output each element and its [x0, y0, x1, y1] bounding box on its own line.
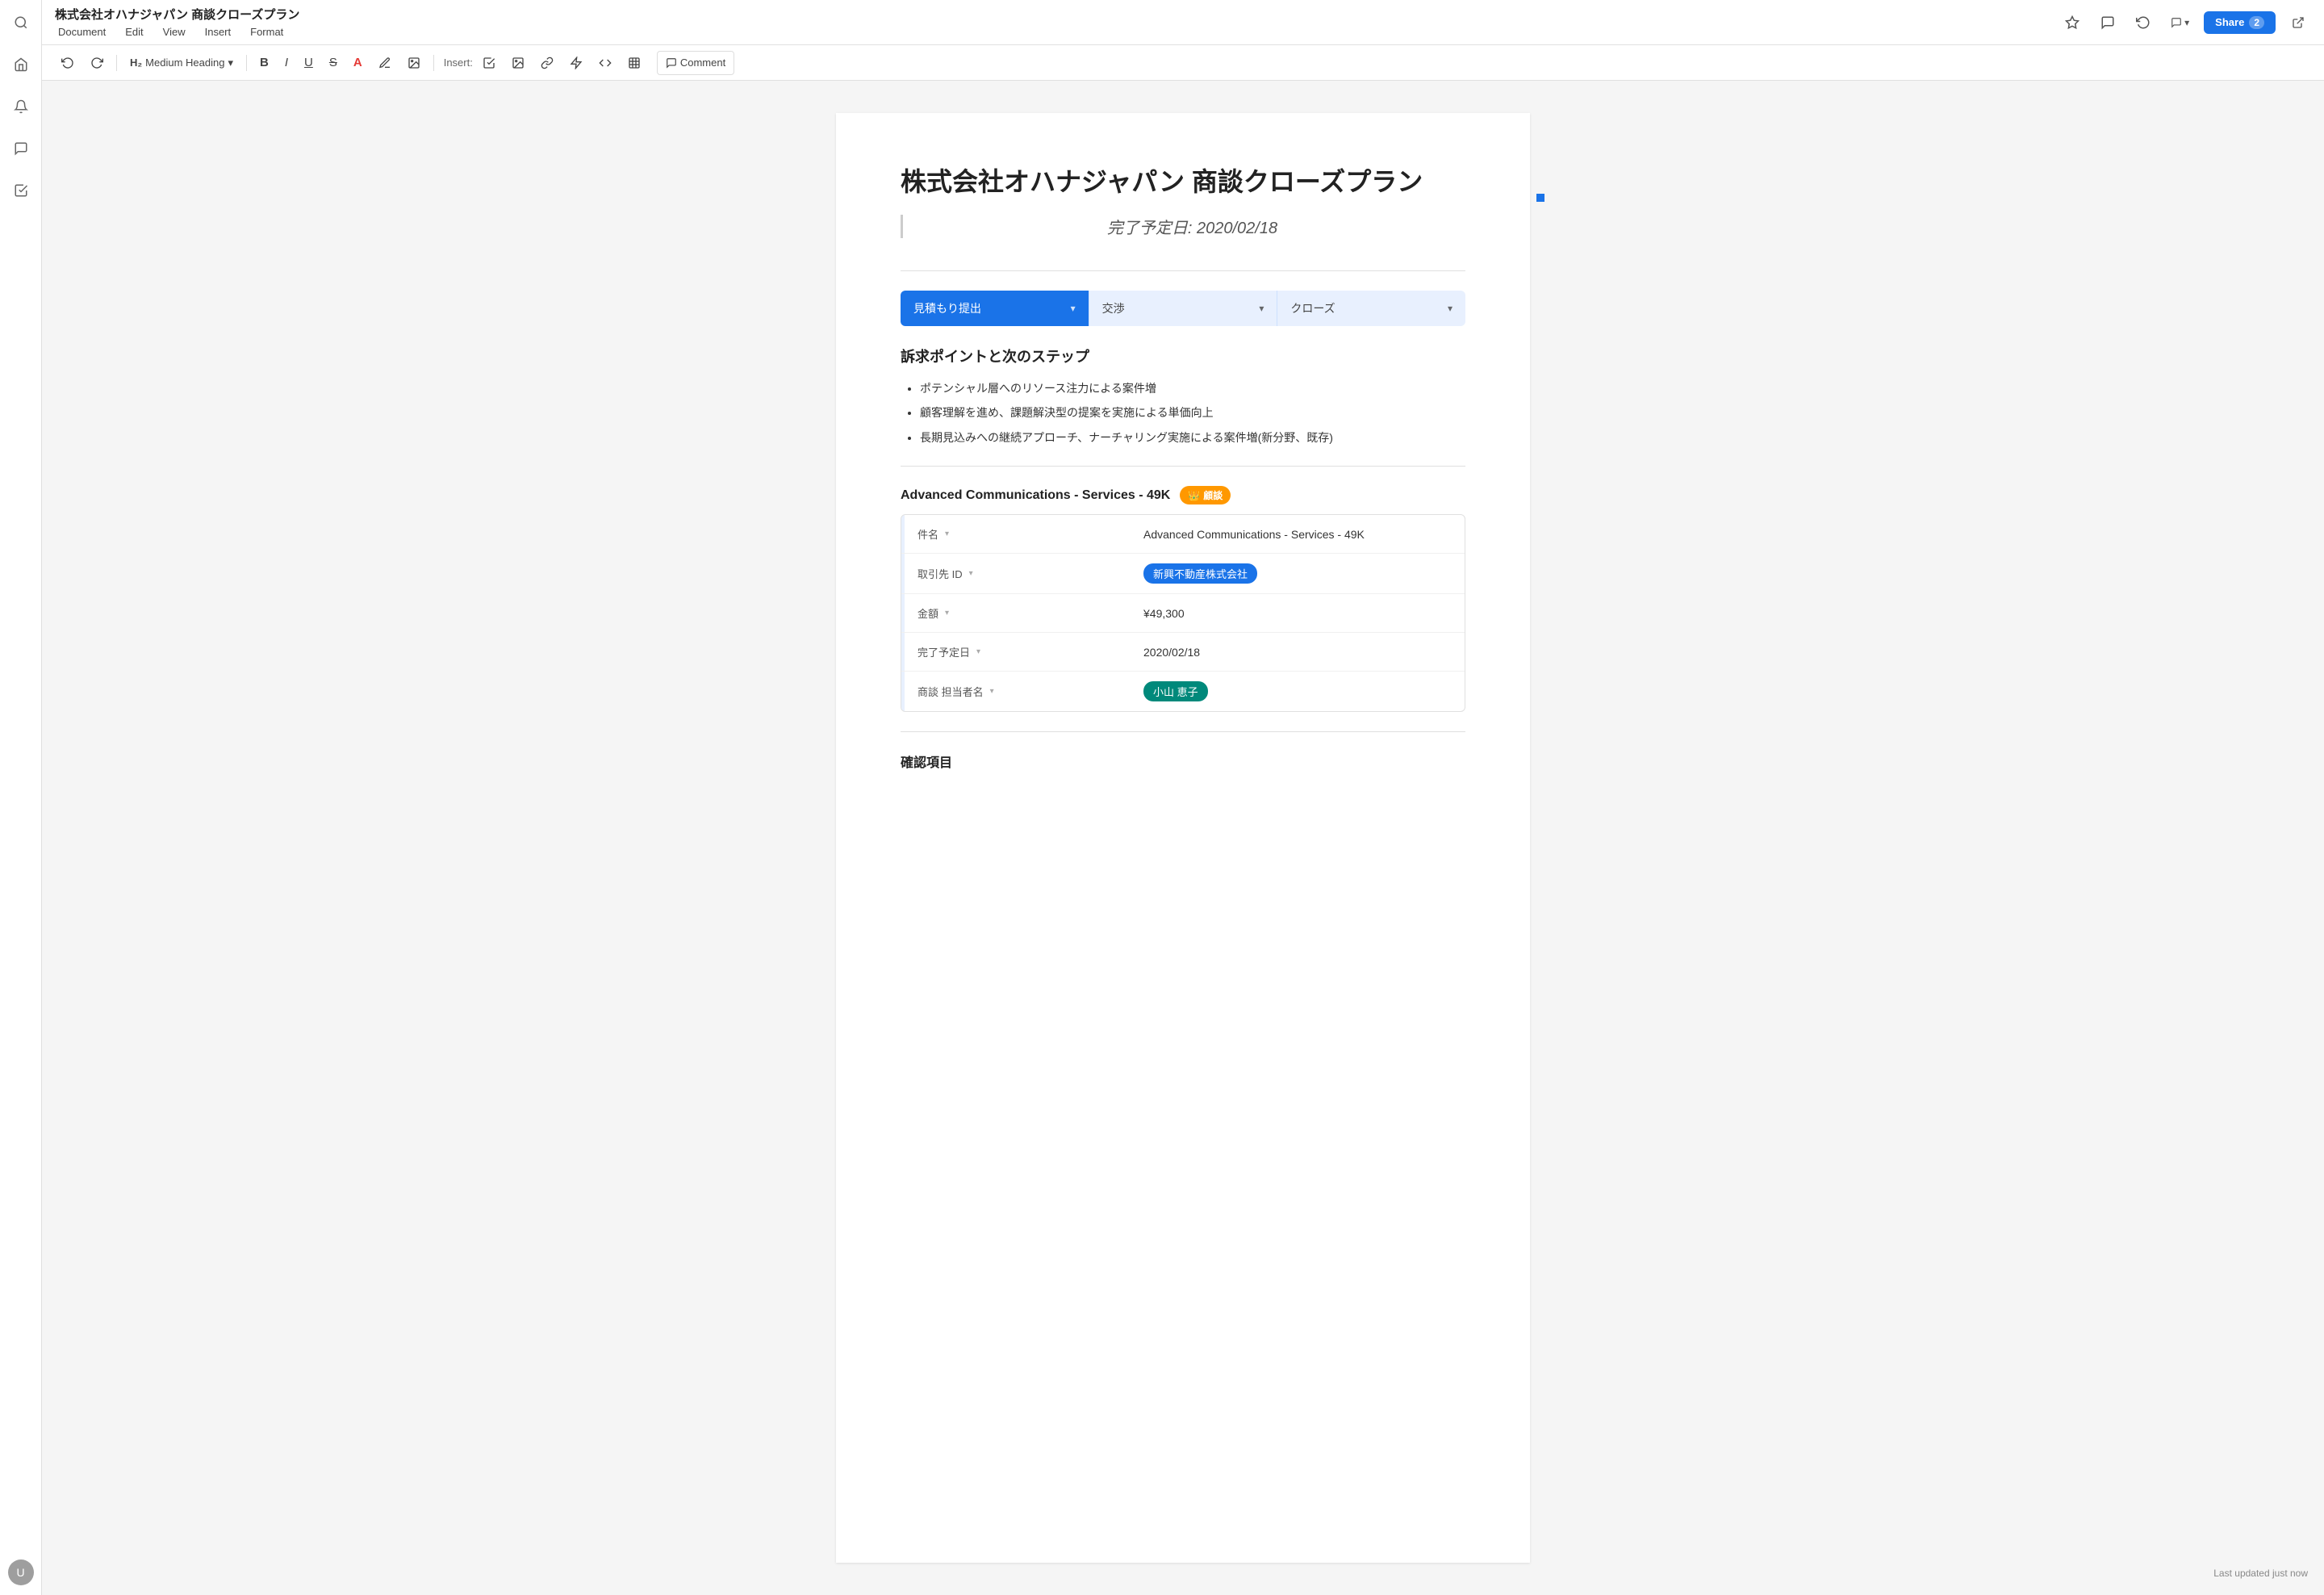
- bullet-item-1: 顧客理解を進め、課題解決型の提案を実施による単価向上: [920, 404, 1465, 421]
- bullet-item-0: ポテンシャル層へのリソース注力による案件増: [920, 379, 1465, 397]
- pipeline-step-2[interactable]: クローズ ▾: [1277, 291, 1465, 326]
- share-button[interactable]: Share 2: [2204, 11, 2276, 34]
- comment-button-label: Comment: [680, 57, 725, 69]
- pipeline-chevron-1: ▾: [1259, 303, 1264, 314]
- table-label-1: 取引先 ID ▾: [905, 556, 1131, 591]
- pipeline-step-0[interactable]: 見積もり提出 ▾: [901, 291, 1089, 326]
- menu-items: Document Edit View Insert Format: [55, 24, 299, 40]
- menu-format[interactable]: Format: [247, 24, 286, 40]
- document-title: 株式会社オハナジャパン 商談クローズプラン: [55, 6, 299, 23]
- sidebar-icon-search[interactable]: [8, 10, 34, 36]
- pipeline-step-label-0: 見積もり提出: [913, 300, 981, 316]
- badge-label: 顧談: [1203, 488, 1223, 502]
- status-bar: Last updated just now: [2213, 1568, 2308, 1579]
- doc-subtitle: 完了予定日: 2020/02/18: [901, 215, 1465, 238]
- table-insert-button[interactable]: [621, 51, 647, 75]
- underline-button[interactable]: U: [298, 51, 320, 75]
- tag-blue-value: 新興不動産株式会社: [1143, 563, 1257, 584]
- section1-heading: 訴求ポイントと次のステップ: [901, 345, 1465, 366]
- comment-icon-button[interactable]: [2095, 10, 2121, 36]
- font-color-button[interactable]: A: [347, 51, 369, 75]
- sidebar-icon-check[interactable]: [8, 178, 34, 203]
- doc-main-title: 株式会社オハナジャパン 商談クローズプラン: [901, 161, 1465, 199]
- section2-heading: 確認項目: [901, 751, 1465, 771]
- add-comment-button[interactable]: Comment: [657, 51, 734, 75]
- menu-insert[interactable]: Insert: [202, 24, 235, 40]
- table-value-2: ¥49,300: [1131, 597, 1465, 630]
- pipeline: 見積もり提出 ▾ 交渉 ▾ クローズ ▾: [901, 291, 1465, 326]
- toolbar-sep-1: [116, 55, 117, 71]
- pipeline-step-label-2: クローズ: [1290, 300, 1335, 316]
- divider-2: [901, 466, 1465, 467]
- table-row-1: 取引先 ID ▾ 新興不動産株式会社: [901, 554, 1465, 594]
- tag-teal-value: 小山 恵子: [1143, 681, 1208, 701]
- table-label-2: 金額 ▾: [905, 596, 1131, 630]
- doc-area: 株式会社オハナジャパン 商談クローズプラン 完了予定日: 2020/02/18 …: [42, 81, 2324, 1595]
- scroll-indicator: [1536, 113, 1543, 202]
- share-count: 2: [2249, 16, 2264, 29]
- redo-button[interactable]: [84, 51, 110, 75]
- bold-button[interactable]: B: [253, 51, 275, 75]
- menu-edit[interactable]: Edit: [122, 24, 146, 40]
- pipeline-chevron-2: ▾: [1448, 303, 1452, 314]
- opportunity-header: Advanced Communications - Services - 49K…: [901, 486, 1465, 504]
- divider-3: [901, 731, 1465, 732]
- menu-view[interactable]: View: [160, 24, 189, 40]
- sidebar: U: [0, 0, 42, 1595]
- share-label: Share: [2215, 16, 2244, 28]
- sidebar-icon-home[interactable]: [8, 52, 34, 77]
- strikethrough-button[interactable]: S: [323, 51, 344, 75]
- menu-bar-left: 株式会社オハナジャパン 商談クローズプラン Document Edit View…: [55, 6, 299, 40]
- version-button[interactable]: ▾: [2166, 10, 2194, 36]
- code-insert-button[interactable]: [592, 51, 618, 75]
- divider-1: [901, 270, 1465, 271]
- table-label-4: 商談 担当者名 ▾: [905, 674, 1131, 709]
- table-value-0: Advanced Communications - Services - 49K: [1131, 518, 1465, 551]
- checkbox-insert-button[interactable]: [476, 51, 502, 75]
- menu-bar-right: ▾ Share 2: [2059, 10, 2311, 36]
- table-row-2: 金額 ▾ ¥49,300: [901, 594, 1465, 633]
- table-value-1: 新興不動産株式会社: [1131, 554, 1465, 593]
- bolt-insert-button[interactable]: [563, 51, 589, 75]
- image-button[interactable]: [401, 51, 427, 75]
- pipeline-chevron-0: ▾: [1071, 303, 1076, 314]
- highlight-button[interactable]: [372, 51, 398, 75]
- heading-selector[interactable]: H₂ Medium Heading ▾: [123, 51, 240, 75]
- undo-button[interactable]: [55, 51, 81, 75]
- doc-page: 株式会社オハナジャパン 商談クローズプラン 完了予定日: 2020/02/18 …: [836, 113, 1530, 1563]
- badge-icon: 👑: [1188, 490, 1200, 501]
- sidebar-icon-bell[interactable]: [8, 94, 34, 119]
- italic-button[interactable]: I: [278, 51, 295, 75]
- pipeline-step-1[interactable]: 交渉 ▾: [1089, 291, 1277, 326]
- table-row-3: 完了予定日 ▾ 2020/02/18: [901, 633, 1465, 672]
- media-insert-button[interactable]: [505, 51, 531, 75]
- link-insert-button[interactable]: [534, 51, 560, 75]
- menu-document[interactable]: Document: [55, 24, 109, 40]
- opportunity-badge: 👑 顧談: [1180, 486, 1231, 504]
- heading-label: Medium Heading: [145, 57, 224, 69]
- table-value-3: 2020/02/18: [1131, 636, 1465, 668]
- star-button[interactable]: [2059, 10, 2085, 36]
- table-row-4: 商談 担当者名 ▾ 小山 恵子: [901, 672, 1465, 711]
- undo-header-button[interactable]: [2130, 10, 2156, 36]
- table-value-4: 小山 恵子: [1131, 672, 1465, 711]
- toolbar-sep-2: [246, 55, 247, 71]
- opportunity-title: Advanced Communications - Services - 49K: [901, 488, 1170, 503]
- table-label-0: 件名 ▾: [905, 517, 1131, 551]
- main-area: 株式会社オハナジャパン 商談クローズプラン Document Edit View…: [42, 0, 2324, 1595]
- insert-label: Insert:: [444, 57, 473, 69]
- user-avatar[interactable]: U: [8, 1559, 34, 1585]
- table-label-3: 完了予定日 ▾: [905, 634, 1131, 669]
- toolbar-sep-3: [433, 55, 434, 71]
- pipeline-step-label-1: 交渉: [1102, 300, 1125, 316]
- table-row-0: 件名 ▾ Advanced Communications - Services …: [901, 515, 1465, 554]
- external-link-button[interactable]: [2285, 10, 2311, 36]
- data-table: 件名 ▾ Advanced Communications - Services …: [901, 514, 1465, 712]
- bullet-list: ポテンシャル層へのリソース注力による案件増 顧客理解を進め、課題解決型の提案を実…: [901, 379, 1465, 446]
- menu-bar: 株式会社オハナジャパン 商談クローズプラン Document Edit View…: [42, 0, 2324, 45]
- bullet-item-2: 長期見込みへの継続アプローチ、ナーチャリング実施による案件増(新分野、既存): [920, 429, 1465, 446]
- last-updated: Last updated just now: [2213, 1568, 2308, 1579]
- toolbar: H₂ Medium Heading ▾ B I U S A Insert:: [42, 45, 2324, 81]
- sidebar-icon-chat[interactable]: [8, 136, 34, 161]
